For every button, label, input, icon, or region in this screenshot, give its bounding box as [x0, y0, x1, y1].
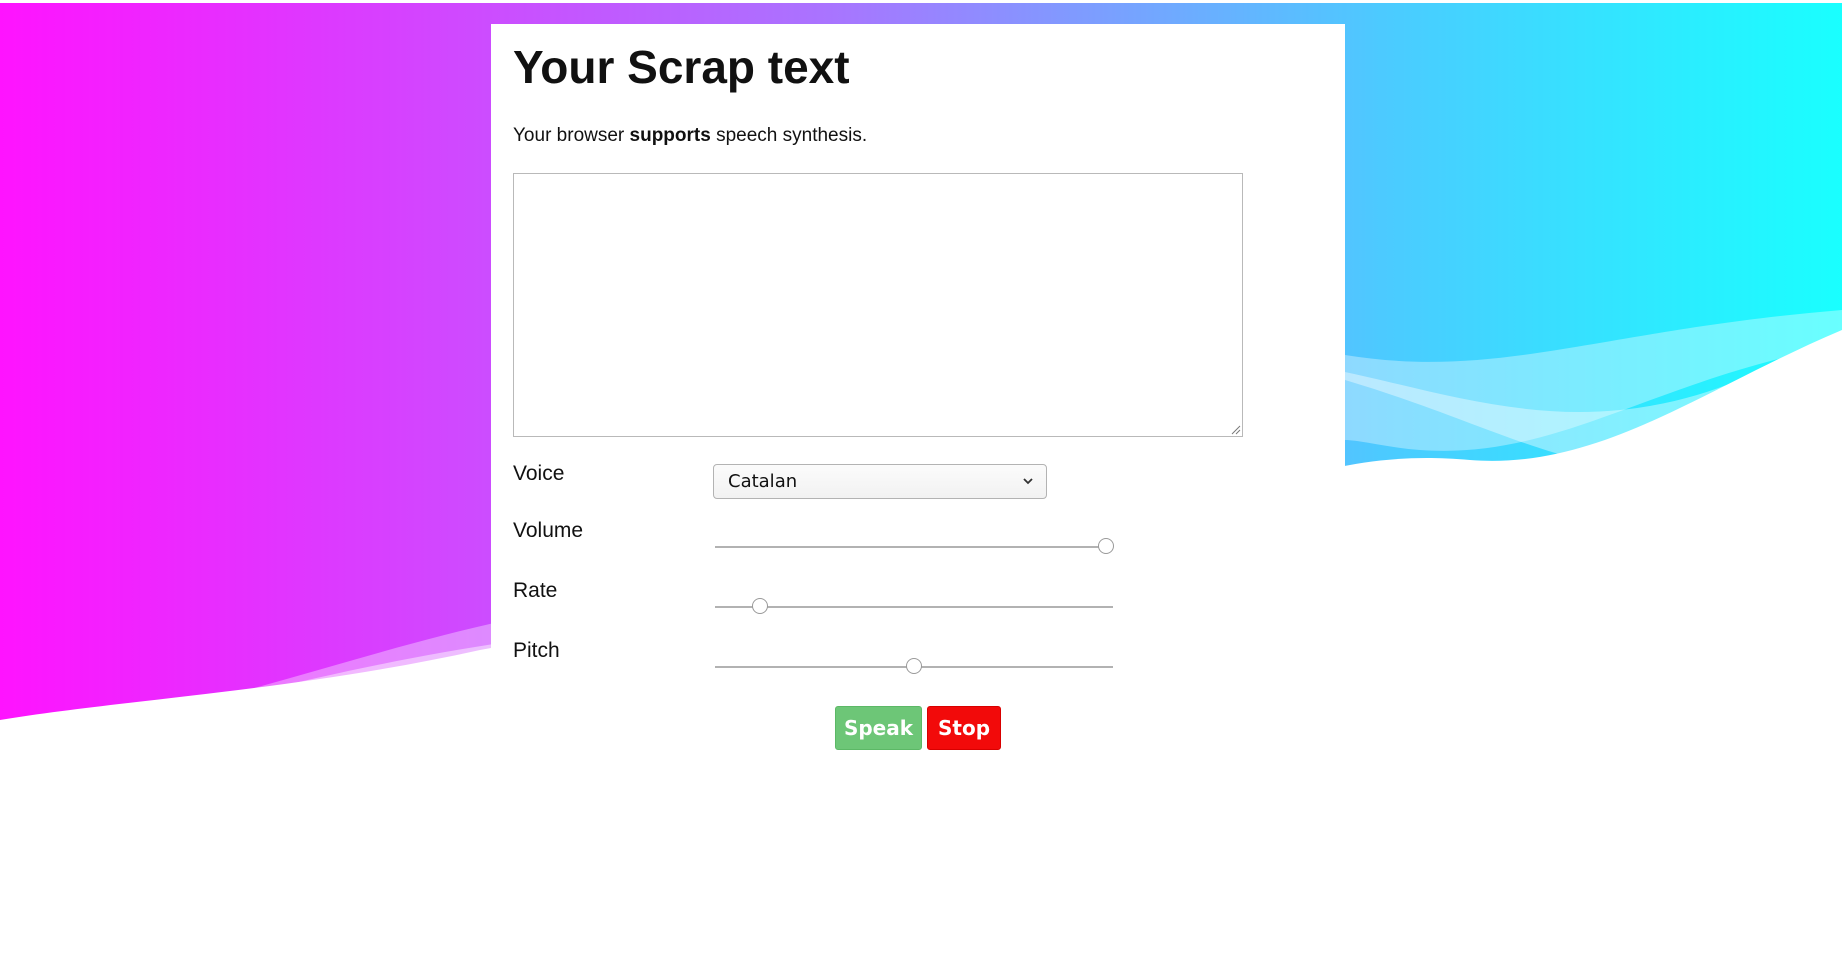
volume-slider-track — [715, 546, 1113, 548]
rate-label: Rate — [513, 579, 558, 602]
volume-slider[interactable] — [713, 537, 1115, 557]
rate-slider-track — [715, 606, 1113, 608]
support-status: supports — [629, 125, 711, 146]
voice-selected-value: Catalan — [728, 471, 798, 492]
support-suffix: speech synthesis. — [710, 125, 868, 146]
resize-grip-icon[interactable] — [1231, 425, 1241, 435]
pitch-label: Pitch — [513, 639, 560, 662]
support-prefix: Your browser — [513, 125, 630, 146]
pitch-slider-thumb[interactable] — [906, 658, 922, 674]
support-message: Your browser supports speech synthesis. — [513, 125, 867, 147]
main-card: Your Scrap text Your browser supports sp… — [491, 24, 1345, 784]
stop-button[interactable]: Stop — [927, 706, 1001, 750]
volume-label: Volume — [513, 519, 584, 542]
chevron-down-icon — [1023, 478, 1033, 485]
rate-slider[interactable] — [713, 597, 1115, 617]
speak-button[interactable]: Speak — [835, 706, 922, 750]
rate-slider-thumb[interactable] — [752, 598, 769, 614]
voice-label: Voice — [513, 462, 565, 485]
volume-slider-thumb[interactable] — [1098, 538, 1114, 554]
text-input[interactable] — [513, 173, 1243, 437]
pitch-slider[interactable] — [713, 657, 1115, 677]
voice-select[interactable]: Catalan — [713, 464, 1047, 499]
page-title: Your Scrap text — [513, 41, 850, 93]
